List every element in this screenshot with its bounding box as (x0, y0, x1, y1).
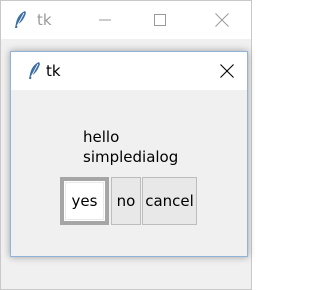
tk-feather-icon (15, 11, 26, 28)
no-button[interactable]: no (111, 177, 141, 225)
tk-feather-icon (29, 62, 40, 79)
dialog-window: tk hello simpledialog yes no cancel (10, 51, 248, 257)
maximize-icon (154, 14, 166, 26)
dialog-close-button[interactable] (207, 52, 247, 90)
screen: tk tk hello simpledialog yes no cancel (0, 0, 252, 290)
minimize-icon (99, 19, 111, 21)
dialog-title: tk (46, 62, 61, 80)
message-line: simpledialog (83, 148, 179, 166)
close-icon (220, 64, 234, 78)
close-icon (215, 13, 229, 27)
message-line: hello (83, 128, 120, 146)
close-button[interactable] (199, 1, 245, 39)
dialog-message: hello simpledialog (83, 127, 178, 167)
dialog-titlebar[interactable]: tk (11, 52, 247, 90)
minimize-button[interactable] (82, 1, 128, 39)
main-titlebar[interactable]: tk (1, 1, 251, 39)
main-window-title: tk (37, 11, 52, 29)
maximize-button[interactable] (137, 1, 183, 39)
cancel-button[interactable]: cancel (142, 177, 197, 225)
yes-button[interactable]: yes (60, 177, 109, 225)
